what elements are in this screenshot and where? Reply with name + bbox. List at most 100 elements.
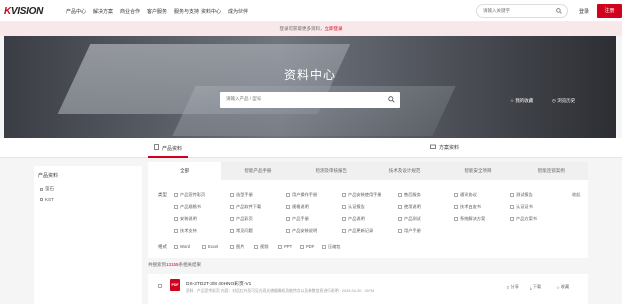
star-icon: ☆ (556, 284, 560, 290)
type-option[interactable]: 系统解决方案 (454, 216, 485, 222)
type-option[interactable]: 用户操作手册 (286, 192, 317, 198)
favorite-button[interactable]: ☆ 收藏 (556, 284, 569, 290)
sidebar-item-ezviz[interactable]: 萤石 (40, 186, 54, 192)
nav-item-resources[interactable]: 资料中心 (201, 8, 228, 15)
format-option-archive[interactable]: 压缩包 (322, 244, 341, 250)
favorites-link[interactable]: ☆ 我的收藏 (510, 98, 533, 104)
type-filter-label: 类型 (158, 192, 167, 197)
type-option[interactable]: 售后服务 (398, 192, 421, 198)
filter-tab-specs[interactable]: 技术及设计规范 (368, 162, 441, 180)
format-option-image[interactable]: 图片 (230, 244, 244, 250)
result-checkbox[interactable] (158, 284, 162, 288)
type-option[interactable]: 产品说明 (342, 216, 365, 222)
nav-item-solutions[interactable]: 解决方案 (93, 8, 120, 15)
format-option-pdf[interactable]: PDF (300, 244, 314, 249)
type-option[interactable]: 产品测试 (398, 216, 421, 222)
type-option[interactable]: 技术支持 (174, 228, 197, 234)
top-navbar: KVISION 产品中心 解决方案 商业合作 客户服务 服务与支持 资料中心 成… (0, 0, 622, 22)
format-option-video[interactable]: 视频 (254, 244, 268, 250)
sidebar-heading: 产品资料 (38, 173, 59, 179)
type-option[interactable]: 规格说明 (286, 204, 309, 210)
filter-panel: 类型 收起 产品宣传彩页 选型手册 用户操作手册 产品安装使用手册 售后服务 通… (148, 180, 588, 258)
type-option[interactable]: 通讯协议 (454, 192, 477, 198)
login-notice: 登录可获取更多资料，立即登录 (0, 22, 622, 36)
search-icon[interactable] (556, 8, 562, 16)
type-option[interactable]: 测试报告 (510, 192, 533, 198)
clock-icon: ◷ (552, 98, 556, 103)
type-option[interactable]: 选型手册 (230, 192, 253, 198)
type-option[interactable]: 产品方案书 (510, 216, 537, 222)
notice-text: 登录可获取更多资料， (279, 26, 325, 31)
type-option[interactable]: 安装说明 (174, 216, 197, 222)
type-option[interactable]: 产品安装使用手册 (342, 192, 382, 198)
favorites-label: 我的收藏 (515, 98, 534, 103)
type-option[interactable]: 产品彩页 (230, 216, 253, 222)
notice-login-link[interactable]: 立即登录 (325, 26, 343, 31)
result-count: 共搜索到13155条相关结果 (148, 262, 202, 267)
checkbox[interactable] (40, 198, 43, 201)
type-option[interactable]: 产品更新记录 (342, 228, 373, 234)
brand-logo[interactable]: KVISION (4, 6, 43, 17)
download-icon: ⤓ (530, 284, 532, 290)
filter-tab-reports[interactable]: 检测及审核报告 (295, 162, 368, 180)
active-tab-indicator (148, 156, 188, 158)
result-meta: 资料 · 产品宣传彩页 内容：对远红外及可见光双光谱摄像机功能特点以及参数信息进… (186, 289, 375, 293)
top-search-box (476, 4, 568, 18)
filter-tab-manual[interactable]: 智能产品手册 (221, 162, 294, 180)
nav-item-support[interactable]: 服务与支持 (174, 8, 201, 15)
share-icon: ⇪ (506, 284, 510, 290)
search-icon[interactable] (388, 96, 395, 105)
star-icon: ☆ (510, 98, 515, 103)
filter-tab-cases[interactable]: 智能连锁案例 (515, 162, 588, 180)
type-option[interactable]: 使用说明 (398, 204, 421, 210)
nav-item-cooperation[interactable]: 商业合作 (120, 8, 147, 15)
filter-tab-projects[interactable]: 智能安全项目 (441, 162, 514, 180)
sidebar-item-kst[interactable]: KST (40, 197, 54, 202)
pdf-file-icon: PDF (170, 279, 180, 291)
filter-tab-all[interactable]: 全部 (148, 162, 222, 180)
type-option[interactable]: 产品安装说明 (286, 228, 317, 234)
type-option[interactable]: 用户手册 (398, 228, 421, 234)
nav-item-products[interactable]: 产品中心 (66, 8, 93, 15)
type-option[interactable]: 产品手册 (286, 216, 309, 222)
hero-search-input[interactable] (226, 96, 376, 101)
logo-text: VISION (10, 6, 44, 17)
logo-prefix: K (4, 6, 11, 17)
tab-label: 方案资料 (439, 145, 460, 151)
format-option-ppt[interactable]: PPT (278, 244, 292, 249)
hero-search-box (220, 92, 400, 108)
type-option[interactable]: 产品规格书 (174, 204, 201, 210)
tab-product-docs[interactable]: 产品资料 (154, 144, 182, 152)
type-option[interactable]: 常见问题 (230, 228, 253, 234)
top-search-input[interactable] (483, 8, 553, 13)
type-option[interactable]: 产品宣传彩页 (174, 192, 205, 198)
result-count-number: 13155 (166, 262, 179, 267)
nav-item-service[interactable]: 客户服务 (147, 8, 174, 15)
sidebar-item-label: 萤石 (45, 186, 54, 191)
format-option-excel[interactable]: Excel (202, 244, 218, 249)
checkbox[interactable] (40, 187, 43, 191)
tab-solution-docs[interactable]: 方案资料 (430, 144, 459, 151)
sidebar-item-label: KST (45, 197, 54, 202)
hero-banner: 资料中心 ☆ 我的收藏 ◷ 浏览历史 (4, 36, 616, 138)
type-option[interactable]: 认证证书 (510, 204, 533, 210)
download-button[interactable]: ⤓ 下载 (530, 284, 541, 290)
type-option[interactable]: 产品软件下载 (230, 204, 261, 210)
format-option-word[interactable]: Word (174, 244, 190, 249)
result-item[interactable]: PDF DS-2TD2T-3/8 40HNO彩页-V1 资料 · 产品宣传彩页 … (148, 274, 588, 304)
history-link[interactable]: ◷ 浏览历史 (552, 98, 575, 104)
folder-icon (430, 144, 436, 151)
format-filter-label: 格式 (158, 244, 167, 249)
login-link[interactable]: 登录 (579, 8, 589, 15)
collapse-button[interactable]: 收起 (572, 192, 580, 198)
type-option[interactable]: 认证报告 (342, 204, 365, 210)
type-option[interactable]: 技术白皮书 (454, 204, 481, 210)
page-title: 资料中心 (283, 68, 336, 82)
result-title[interactable]: DS-2TD2T-3/8 40HNO彩页-V1 (186, 280, 251, 287)
category-sidebar: 产品资料 萤石 KST (34, 166, 142, 304)
nav-item-partner[interactable]: 成为伙伴 (228, 8, 255, 15)
share-button[interactable]: ⇪ 分享 (506, 284, 519, 290)
tab-label: 产品资料 (162, 145, 183, 152)
register-button[interactable]: 注册 (597, 4, 622, 18)
main-content: 全部 智能产品手册 检测及审核报告 技术及设计规范 智能安全项目 智能连锁案例 … (148, 162, 588, 304)
